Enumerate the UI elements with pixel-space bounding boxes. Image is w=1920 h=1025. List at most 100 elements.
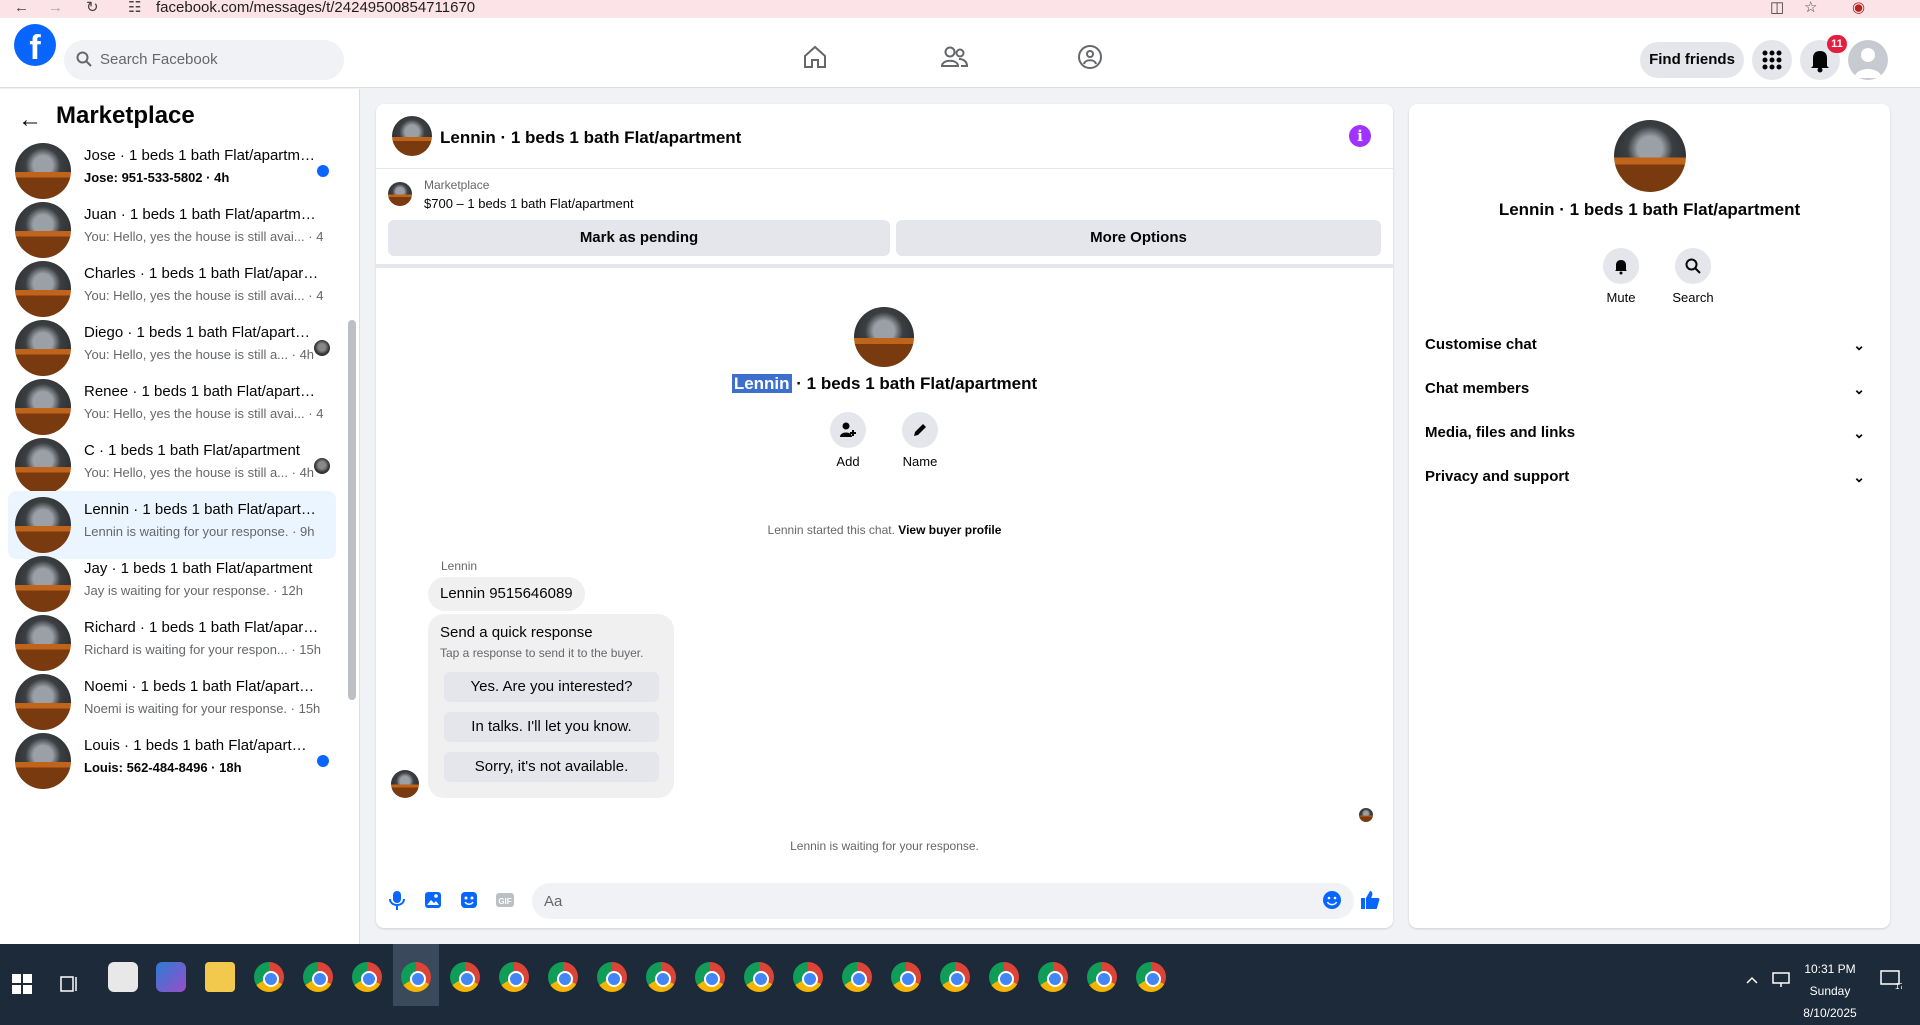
sticker-icon[interactable] xyxy=(458,889,480,911)
chrome-window-icon[interactable] xyxy=(499,962,529,992)
conversation-avatar[interactable] xyxy=(392,116,432,156)
mark-as-pending-button[interactable]: Mark as pending xyxy=(388,220,890,256)
conversation-preview: You: Hello, yes the house is still a... … xyxy=(84,347,315,362)
home-icon[interactable] xyxy=(802,44,828,70)
site-info-icon[interactable]: ☷ xyxy=(128,0,141,16)
seen-avatar xyxy=(314,340,330,356)
media-files-links-section[interactable]: Media, files and links ⌄ xyxy=(1425,415,1875,451)
conversation-item[interactable]: C · 1 beds 1 bath Flat/apartment You: Hel… xyxy=(8,432,336,500)
chrome-window-icon[interactable] xyxy=(303,962,333,992)
sender-avatar[interactable] xyxy=(391,770,419,798)
conversation-item[interactable]: Renee · 1 beds 1 bath Flat/apartment You:… xyxy=(8,373,336,441)
groups-icon[interactable] xyxy=(1077,44,1103,70)
info-icon[interactable]: i xyxy=(1349,125,1371,147)
chrome-window-icon[interactable] xyxy=(548,962,578,992)
back-arrow-icon[interactable]: ← xyxy=(18,106,42,134)
bookmark-star-icon[interactable]: ☆ xyxy=(1804,0,1817,16)
facebook-logo[interactable]: f xyxy=(14,24,56,66)
install-app-icon[interactable]: ◫ xyxy=(1770,0,1784,16)
windows-start-icon[interactable] xyxy=(12,974,32,994)
microphone-icon[interactable] xyxy=(386,889,408,911)
friends-icon[interactable] xyxy=(940,44,968,70)
conversation-item[interactable]: Noemi · 1 beds 1 bath Flat/apartment Noem… xyxy=(8,668,336,736)
account-avatar[interactable] xyxy=(1848,40,1888,80)
emoji-icon[interactable] xyxy=(1321,889,1343,911)
taskbar-app-icon[interactable] xyxy=(108,962,138,992)
notification-center-icon[interactable]: 17 xyxy=(1880,970,1902,990)
conversation-item[interactable]: Juan · 1 beds 1 bath Flat/apartment You: … xyxy=(8,196,336,264)
search-in-chat-button[interactable]: Search xyxy=(1663,248,1723,305)
view-buyer-profile-link[interactable]: View buyer profile xyxy=(898,523,1001,537)
reload-icon[interactable]: ↻ xyxy=(86,0,99,16)
conversation-preview: Louis: 562-484-8496 · 18h xyxy=(84,760,242,775)
conversation-preview: Jose: 951-533-5802 · 4h xyxy=(84,170,230,185)
chrome-window-icon[interactable] xyxy=(989,962,1019,992)
chrome-window-icon[interactable] xyxy=(744,962,774,992)
conversation-item[interactable]: Diego · 1 beds 1 bath Flat/apartment You:… xyxy=(8,314,336,382)
conversation-item[interactable]: Richard · 1 beds 1 bath Flat/apartment Ri… xyxy=(8,609,336,677)
conversation-item[interactable]: Jose · 1 beds 1 bath Flat/apartment Jose:… xyxy=(8,137,336,205)
chat-profile-avatar[interactable] xyxy=(854,307,914,367)
chrome-window-icon[interactable] xyxy=(1136,962,1166,992)
conversation-preview: Jay is waiting for your response. · 12h xyxy=(84,583,303,598)
chrome-window-icon[interactable] xyxy=(352,962,382,992)
conversation-item[interactable]: Lennin · 1 beds 1 bath Flat/apartment Len… xyxy=(8,491,336,559)
more-options-button[interactable]: More Options xyxy=(896,220,1381,256)
profile-icon[interactable]: ◉ xyxy=(1852,0,1865,16)
chrome-window-icon[interactable] xyxy=(254,962,284,992)
chrome-window-icon[interactable] xyxy=(891,962,921,992)
edit-name-button[interactable]: Name xyxy=(890,412,950,469)
conversation-item[interactable]: Jay · 1 beds 1 bath Flat/apartment Jay is… xyxy=(8,550,336,618)
conversation-title[interactable]: Lennin · 1 beds 1 bath Flat/apartment xyxy=(440,128,741,148)
details-avatar[interactable] xyxy=(1614,120,1686,192)
chat-started-notice: Lennin started this chat. View buyer pro… xyxy=(376,523,1393,537)
chat-members-section[interactable]: Chat members ⌄ xyxy=(1425,371,1875,407)
chrome-window-icon[interactable] xyxy=(793,962,823,992)
chrome-window-icon[interactable] xyxy=(940,962,970,992)
search-icon xyxy=(1685,258,1701,274)
mute-button[interactable]: Mute xyxy=(1591,248,1651,305)
chevron-up-icon[interactable] xyxy=(1744,972,1760,988)
chrome-window-icon[interactable] xyxy=(646,962,676,992)
task-view-icon[interactable] xyxy=(60,974,80,994)
unread-dot xyxy=(317,165,329,177)
find-friends-button[interactable]: Find friends xyxy=(1640,42,1744,78)
address-bar[interactable]: facebook.com/messages/t/2424950085471167… xyxy=(156,0,475,16)
photo-icon[interactable] xyxy=(422,889,444,911)
forward-icon[interactable]: → xyxy=(48,0,63,16)
conversation-avatar xyxy=(15,556,71,612)
chrome-window-icon[interactable] xyxy=(695,962,725,992)
chrome-window-icon[interactable] xyxy=(597,962,627,992)
chrome-window-icon[interactable] xyxy=(401,962,431,992)
back-icon[interactable]: ← xyxy=(14,0,29,16)
network-icon[interactable] xyxy=(1772,972,1790,988)
folder-icon[interactable] xyxy=(205,962,235,992)
listing-summary[interactable]: $700 – 1 beds 1 bath Flat/apartment xyxy=(424,196,634,211)
chrome-window-icon[interactable] xyxy=(450,962,480,992)
sidebar-scrollbar[interactable] xyxy=(348,320,356,700)
conversation-preview: You: Hello, yes the house is still avai.… xyxy=(84,406,324,421)
listing-thumbnail[interactable] xyxy=(388,182,412,206)
message-input[interactable] xyxy=(532,883,1354,919)
quick-response-option[interactable]: In talks. I'll let you know. xyxy=(444,712,659,742)
customise-chat-section[interactable]: Customise chat ⌄ xyxy=(1425,327,1875,363)
gif-icon[interactable]: GIF xyxy=(494,889,516,911)
thumbs-up-icon[interactable] xyxy=(1359,889,1381,911)
message-bubble[interactable]: Lennin 9515646089 xyxy=(428,577,585,611)
chrome-window-icon[interactable] xyxy=(842,962,872,992)
chrome-window-icon[interactable] xyxy=(1087,962,1117,992)
conversation-name: Richard · 1 beds 1 bath Flat/apartment xyxy=(84,619,319,636)
taskbar-app-icon[interactable] xyxy=(156,962,186,992)
add-people-button[interactable]: Add xyxy=(818,412,878,469)
quick-response-option[interactable]: Sorry, it's not available. xyxy=(444,752,659,782)
conversation-preview: You: Hello, yes the house is still a... … xyxy=(84,465,315,480)
menu-button[interactable] xyxy=(1752,40,1792,80)
chrome-window-icon[interactable] xyxy=(1038,962,1068,992)
clock-time: 10:31 PM xyxy=(1804,962,1856,976)
taskbar-clock[interactable]: 10:31 PM Sunday 8/10/2025 xyxy=(1790,958,1870,1024)
privacy-support-section[interactable]: Privacy and support ⌄ xyxy=(1425,459,1875,495)
search-box[interactable]: Search Facebook xyxy=(64,40,344,80)
conversation-item[interactable]: Louis · 1 beds 1 bath Flat/apartment Loui… xyxy=(8,727,336,795)
quick-response-option[interactable]: Yes. Are you interested? xyxy=(444,672,659,702)
conversation-item[interactable]: Charles · 1 beds 1 bath Flat/apartment Yo… xyxy=(8,255,336,323)
